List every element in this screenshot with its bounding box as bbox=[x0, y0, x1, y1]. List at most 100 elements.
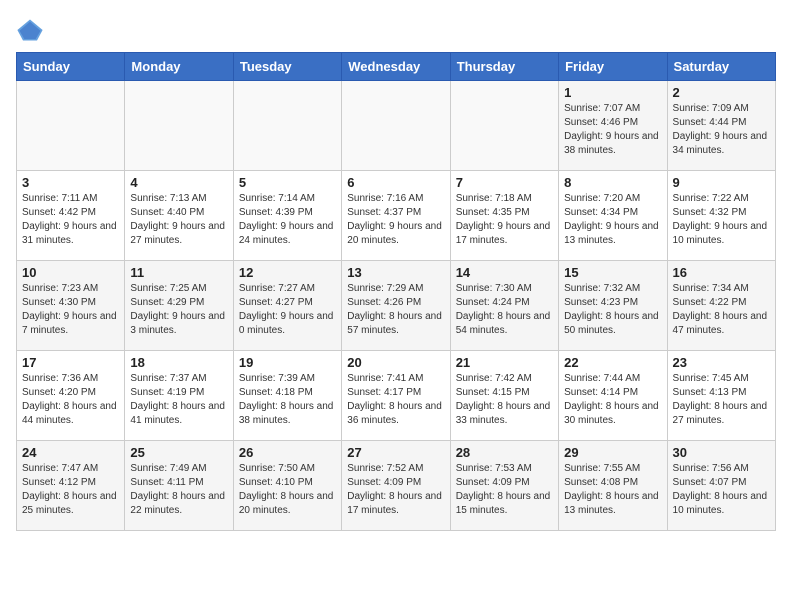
week-row-4: 24 Sunrise: 7:47 AM Sunset: 4:12 PM Dayli… bbox=[17, 441, 776, 531]
day-number: 11 bbox=[130, 265, 227, 280]
day-header-thursday: Thursday bbox=[450, 53, 558, 81]
calendar-cell: 11 Sunrise: 7:25 AM Sunset: 4:29 PM Dayli… bbox=[125, 261, 233, 351]
day-info: Sunrise: 7:41 AM Sunset: 4:17 PM Dayligh… bbox=[347, 372, 444, 428]
calendar-cell: 28Sunrise: 7:53 AM Sunset: 4:09 PM Dayli… bbox=[450, 441, 558, 531]
day-number: 16 bbox=[673, 265, 770, 280]
calendar-cell: 27 Sunrise: 7:52 AM Sunset: 4:09 PM Dayli… bbox=[342, 441, 450, 531]
day-number: 13 bbox=[347, 265, 444, 280]
calendar-cell bbox=[342, 81, 450, 171]
day-number: 7 bbox=[456, 175, 553, 190]
calendar-cell: 23Sunrise: 7:45 AM Sunset: 4:13 PM Dayli… bbox=[667, 351, 775, 441]
day-header-sunday: Sunday bbox=[17, 53, 125, 81]
calendar-cell: 20 Sunrise: 7:41 AM Sunset: 4:17 PM Dayli… bbox=[342, 351, 450, 441]
day-number: 26 bbox=[239, 445, 336, 460]
day-number: 1 bbox=[564, 85, 661, 100]
day-info: Sunrise: 7:44 AM Sunset: 4:14 PM Dayligh… bbox=[564, 372, 661, 428]
day-info: Sunrise: 7:53 AM Sunset: 4:09 PM Dayligh… bbox=[456, 462, 553, 518]
calendar-cell bbox=[17, 81, 125, 171]
calendar-header-row: SundayMondayTuesdayWednesdayThursdayFrid… bbox=[17, 53, 776, 81]
day-info: Sunrise: 7:56 AM Sunset: 4:07 PM Dayligh… bbox=[673, 462, 770, 518]
calendar-cell bbox=[450, 81, 558, 171]
logo-icon bbox=[16, 16, 44, 44]
calendar-cell: 5 Sunrise: 7:14 AM Sunset: 4:39 PM Daylig… bbox=[233, 171, 341, 261]
calendar-cell: 30 Sunrise: 7:56 AM Sunset: 4:07 PM Dayli… bbox=[667, 441, 775, 531]
calendar-cell: 26 Sunrise: 7:50 AM Sunset: 4:10 PM Dayli… bbox=[233, 441, 341, 531]
day-info: Sunrise: 7:18 AM Sunset: 4:35 PM Dayligh… bbox=[456, 192, 553, 248]
day-number: 4 bbox=[130, 175, 227, 190]
calendar-cell: 14Sunrise: 7:30 AM Sunset: 4:24 PM Dayli… bbox=[450, 261, 558, 351]
day-info: Sunrise: 7:25 AM Sunset: 4:29 PM Dayligh… bbox=[130, 282, 227, 338]
day-info: Sunrise: 7:39 AM Sunset: 4:18 PM Dayligh… bbox=[239, 372, 336, 428]
calendar-cell: 12 Sunrise: 7:27 AM Sunset: 4:27 PM Dayli… bbox=[233, 261, 341, 351]
day-number: 24 bbox=[22, 445, 119, 460]
calendar-cell: 6 Sunrise: 7:16 AM Sunset: 4:37 PM Daylig… bbox=[342, 171, 450, 261]
calendar-cell bbox=[233, 81, 341, 171]
day-info: Sunrise: 7:45 AM Sunset: 4:13 PM Dayligh… bbox=[673, 372, 770, 428]
day-info: Sunrise: 7:49 AM Sunset: 4:11 PM Dayligh… bbox=[130, 462, 227, 518]
day-number: 12 bbox=[239, 265, 336, 280]
day-info: Sunrise: 7:23 AM Sunset: 4:30 PM Dayligh… bbox=[22, 282, 119, 338]
calendar-cell: 8 Sunrise: 7:20 AM Sunset: 4:34 PM Daylig… bbox=[559, 171, 667, 261]
day-info: Sunrise: 7:42 AM Sunset: 4:15 PM Dayligh… bbox=[456, 372, 553, 428]
calendar-cell: 4 Sunrise: 7:13 AM Sunset: 4:40 PM Daylig… bbox=[125, 171, 233, 261]
day-header-tuesday: Tuesday bbox=[233, 53, 341, 81]
calendar-cell: 3 Sunrise: 7:11 AM Sunset: 4:42 PM Daylig… bbox=[17, 171, 125, 261]
day-info: Sunrise: 7:34 AM Sunset: 4:22 PM Dayligh… bbox=[673, 282, 770, 338]
day-info: Sunrise: 7:16 AM Sunset: 4:37 PM Dayligh… bbox=[347, 192, 444, 248]
day-info: Sunrise: 7:07 AM Sunset: 4:46 PM Dayligh… bbox=[564, 102, 661, 158]
day-info: Sunrise: 7:14 AM Sunset: 4:39 PM Dayligh… bbox=[239, 192, 336, 248]
day-header-saturday: Saturday bbox=[667, 53, 775, 81]
calendar-cell: 2 Sunrise: 7:09 AM Sunset: 4:44 PM Daylig… bbox=[667, 81, 775, 171]
calendar-cell bbox=[125, 81, 233, 171]
day-info: Sunrise: 7:13 AM Sunset: 4:40 PM Dayligh… bbox=[130, 192, 227, 248]
day-number: 21 bbox=[456, 355, 553, 370]
calendar-cell: 13 Sunrise: 7:29 AM Sunset: 4:26 PM Dayli… bbox=[342, 261, 450, 351]
day-number: 29 bbox=[564, 445, 661, 460]
day-info: Sunrise: 7:47 AM Sunset: 4:12 PM Dayligh… bbox=[22, 462, 119, 518]
day-number: 10 bbox=[22, 265, 119, 280]
day-number: 17 bbox=[22, 355, 119, 370]
calendar-cell: 7 Sunrise: 7:18 AM Sunset: 4:35 PM Daylig… bbox=[450, 171, 558, 261]
day-info: Sunrise: 7:22 AM Sunset: 4:32 PM Dayligh… bbox=[673, 192, 770, 248]
calendar-cell: 22 Sunrise: 7:44 AM Sunset: 4:14 PM Dayli… bbox=[559, 351, 667, 441]
day-info: Sunrise: 7:29 AM Sunset: 4:26 PM Dayligh… bbox=[347, 282, 444, 338]
day-number: 15 bbox=[564, 265, 661, 280]
day-number: 25 bbox=[130, 445, 227, 460]
day-info: Sunrise: 7:11 AM Sunset: 4:42 PM Dayligh… bbox=[22, 192, 119, 248]
day-number: 14 bbox=[456, 265, 553, 280]
day-number: 27 bbox=[347, 445, 444, 460]
calendar-cell: 24 Sunrise: 7:47 AM Sunset: 4:12 PM Dayli… bbox=[17, 441, 125, 531]
calendar-cell: 21 Sunrise: 7:42 AM Sunset: 4:15 PM Dayli… bbox=[450, 351, 558, 441]
calendar-cell: 25 Sunrise: 7:49 AM Sunset: 4:11 PM Dayli… bbox=[125, 441, 233, 531]
calendar-cell: 10 Sunrise: 7:23 AM Sunset: 4:30 PM Dayli… bbox=[17, 261, 125, 351]
calendar-cell: 17 Sunrise: 7:36 AM Sunset: 4:20 PM Dayli… bbox=[17, 351, 125, 441]
day-header-wednesday: Wednesday bbox=[342, 53, 450, 81]
day-number: 20 bbox=[347, 355, 444, 370]
day-info: Sunrise: 7:09 AM Sunset: 4:44 PM Dayligh… bbox=[673, 102, 770, 158]
day-info: Sunrise: 7:27 AM Sunset: 4:27 PM Dayligh… bbox=[239, 282, 336, 338]
calendar-table: SundayMondayTuesdayWednesdayThursdayFrid… bbox=[16, 52, 776, 531]
logo bbox=[16, 16, 48, 44]
week-row-1: 3 Sunrise: 7:11 AM Sunset: 4:42 PM Daylig… bbox=[17, 171, 776, 261]
day-number: 6 bbox=[347, 175, 444, 190]
calendar-cell: 18Sunrise: 7:37 AM Sunset: 4:19 PM Dayli… bbox=[125, 351, 233, 441]
day-info: Sunrise: 7:32 AM Sunset: 4:23 PM Dayligh… bbox=[564, 282, 661, 338]
day-info: Sunrise: 7:52 AM Sunset: 4:09 PM Dayligh… bbox=[347, 462, 444, 518]
day-number: 9 bbox=[673, 175, 770, 190]
week-row-0: 1 Sunrise: 7:07 AM Sunset: 4:46 PM Daylig… bbox=[17, 81, 776, 171]
day-info: Sunrise: 7:20 AM Sunset: 4:34 PM Dayligh… bbox=[564, 192, 661, 248]
week-row-2: 10 Sunrise: 7:23 AM Sunset: 4:30 PM Dayli… bbox=[17, 261, 776, 351]
day-number: 18 bbox=[130, 355, 227, 370]
day-info: Sunrise: 7:50 AM Sunset: 4:10 PM Dayligh… bbox=[239, 462, 336, 518]
day-number: 19 bbox=[239, 355, 336, 370]
week-row-3: 17 Sunrise: 7:36 AM Sunset: 4:20 PM Dayli… bbox=[17, 351, 776, 441]
day-number: 8 bbox=[564, 175, 661, 190]
calendar-cell: 29Sunrise: 7:55 AM Sunset: 4:08 PM Dayli… bbox=[559, 441, 667, 531]
day-number: 22 bbox=[564, 355, 661, 370]
day-number: 3 bbox=[22, 175, 119, 190]
day-number: 5 bbox=[239, 175, 336, 190]
day-info: Sunrise: 7:36 AM Sunset: 4:20 PM Dayligh… bbox=[22, 372, 119, 428]
header bbox=[16, 16, 776, 44]
day-number: 30 bbox=[673, 445, 770, 460]
day-number: 2 bbox=[673, 85, 770, 100]
